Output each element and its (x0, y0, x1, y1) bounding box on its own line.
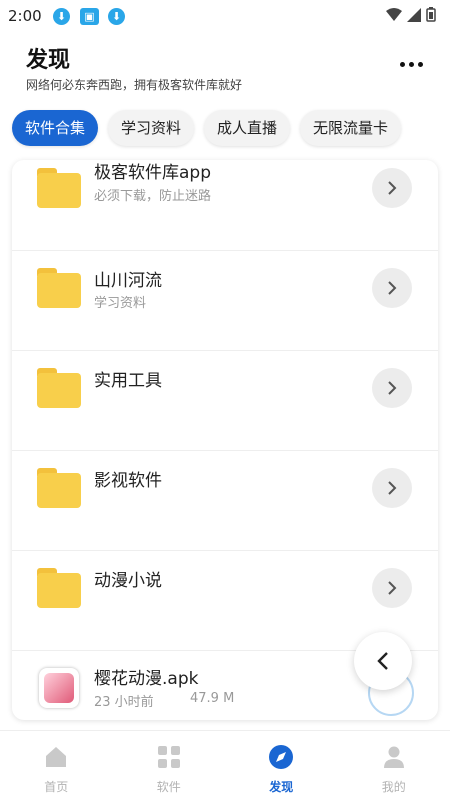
compass-icon (269, 745, 294, 769)
nav-label: 发现 (269, 780, 294, 794)
folder-icon (37, 568, 81, 608)
chevron-right-icon[interactable] (372, 468, 412, 508)
back-float-button[interactable] (354, 632, 412, 690)
list-item-subtitle: 必须下载，防止迷路 (94, 189, 212, 204)
list-item-subtitle: 学习资料 (94, 296, 147, 311)
discover-screen: 2:00 ⬇ ▣ ⬇ 发现 网络何必东奔西跑，拥有极客软件库就好 软件合集 学习… (0, 0, 450, 800)
folder-icon (37, 368, 81, 408)
folder-icon (37, 168, 81, 208)
chevron-right-icon[interactable] (372, 268, 412, 308)
chevron-left-icon (377, 652, 388, 670)
chevron-right-icon[interactable] (372, 568, 412, 608)
apk-file-icon (39, 668, 79, 708)
page-subtitle: 网络何必东奔西跑，拥有极客软件库就好 (26, 78, 243, 92)
list-item-mountains-rivers[interactable]: 山川河流 学习资料 (12, 250, 438, 351)
folder-icon (37, 468, 81, 508)
nav-software[interactable]: 软件 (114, 731, 224, 795)
tab-study-materials[interactable]: 学习资料 (108, 110, 195, 146)
nav-home[interactable]: 首页 (1, 731, 111, 795)
tab-software-collection[interactable]: 软件合集 (12, 110, 99, 146)
chevron-right-icon[interactable] (372, 168, 412, 208)
apk-file-size: 47.9 M (190, 691, 235, 706)
person-icon (383, 746, 404, 768)
wifi-icon (386, 7, 402, 21)
download-notification-icon: ⬇ (108, 8, 125, 25)
dot-icon (417, 61, 423, 67)
tab-unlimited-data-card[interactable]: 无限流量卡 (300, 110, 402, 146)
apk-file-name: 樱花动漫.apk (94, 669, 199, 689)
grid-icon (157, 746, 180, 768)
nav-discover[interactable]: 发现 (226, 731, 336, 795)
dot-icon (399, 61, 405, 67)
category-tabs: 软件合集 学习资料 成人直播 无限流量卡 (12, 110, 402, 146)
bottom-navigation: 首页 软件 发现 我的 (0, 730, 450, 800)
nav-label: 我的 (381, 780, 406, 794)
list-item-title: 极客软件库app (94, 163, 211, 183)
list-item-title: 山川河流 (94, 271, 162, 291)
battery-icon (426, 7, 436, 22)
nav-label: 软件 (156, 780, 181, 794)
signal-icon (407, 7, 421, 22)
status-right-icons (386, 7, 436, 22)
status-time: 2:00 (8, 7, 42, 25)
apk-file-time: 23 小时前 (94, 695, 154, 710)
list-item-title: 动漫小说 (94, 571, 162, 591)
app-notification-icon: ▣ (80, 8, 99, 25)
nav-profile[interactable]: 我的 (339, 731, 449, 795)
nav-label: 首页 (44, 780, 69, 794)
list-item-title: 影视软件 (94, 471, 162, 491)
dot-icon (408, 61, 414, 67)
list-item-title: 实用工具 (94, 371, 162, 391)
tab-adult-live[interactable]: 成人直播 (204, 110, 291, 146)
home-icon (46, 747, 67, 767)
download-notification-icon: ⬇ (53, 8, 70, 25)
more-options-button[interactable] (394, 52, 428, 76)
status-bar: 2:00 ⬇ ▣ ⬇ (0, 0, 450, 32)
list-item-geek-library[interactable]: 极客软件库app 必须下载，防止迷路 (12, 160, 438, 251)
list-item-utilities[interactable]: 实用工具 (12, 350, 438, 451)
page-title: 发现 (26, 48, 71, 73)
folder-icon (37, 268, 81, 308)
chevron-right-icon[interactable] (372, 368, 412, 408)
list-item-video-apps[interactable]: 影视软件 (12, 450, 438, 551)
